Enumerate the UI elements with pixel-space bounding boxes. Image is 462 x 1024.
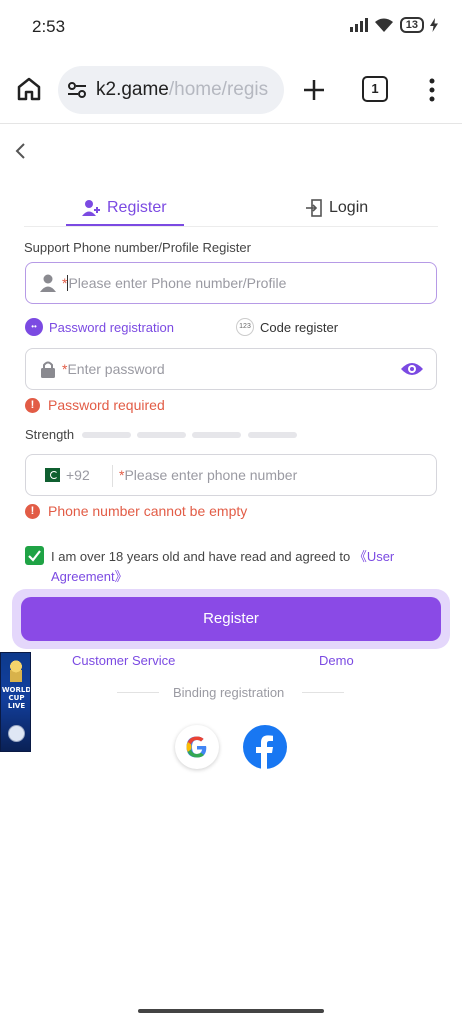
binding-divider-right	[302, 692, 344, 693]
demo-link[interactable]: Demo	[319, 653, 354, 668]
eye-icon[interactable]	[400, 359, 424, 379]
password-registration-option[interactable]: •• Password registration	[25, 318, 174, 336]
address-bar[interactable]: k2.game/home/regis	[58, 66, 284, 114]
phone-error: ! Phone number cannot be empty	[25, 503, 247, 519]
register-type-label: Support Phone number/Profile Register	[24, 240, 251, 255]
password-placeholder: Enter password	[67, 361, 165, 377]
code-register-label: Code register	[260, 319, 339, 335]
google-icon	[186, 736, 207, 758]
country-code-divider	[112, 465, 113, 487]
login-icon	[306, 199, 322, 217]
banner-line-2: CUP	[8, 694, 25, 702]
browser-toolbar: k2.game/home/regis 1	[0, 54, 462, 124]
binding-divider-left	[117, 692, 159, 693]
password-field[interactable]: *Enter password	[25, 348, 437, 390]
tab-login[interactable]: Login	[305, 191, 368, 225]
strength-bar	[192, 432, 241, 438]
home-icon[interactable]	[14, 74, 44, 104]
tab-login-label: Login	[329, 199, 369, 216]
url-text: k2.game/home/regis	[96, 79, 268, 101]
tune-icon[interactable]	[66, 79, 88, 101]
alert-icon: !	[25, 397, 40, 413]
code-register-option[interactable]: 123 Code register	[236, 318, 338, 336]
register-page: Register Login Support Phone number/Prof…	[0, 125, 462, 1024]
user-icon	[40, 274, 56, 292]
strength-bar	[248, 432, 297, 438]
phone-error-text: Phone number cannot be empty	[48, 503, 248, 519]
world-cup-live-banner[interactable]: WORLD CUP LIVE	[0, 652, 31, 752]
agreement-statement: I am over 18 years old and have read and…	[51, 549, 354, 564]
google-login-button[interactable]	[175, 725, 219, 769]
wifi-icon	[374, 18, 393, 32]
url-domain: k2.game	[96, 79, 169, 100]
tab-register[interactable]: Register	[81, 191, 167, 225]
agreement-text: I am over 18 years old and have read and…	[51, 547, 431, 587]
country-code[interactable]: +92	[66, 467, 90, 483]
binding-registration-label: Binding registration	[173, 685, 285, 700]
code-badge-icon: 123	[236, 318, 254, 336]
status-time: 2:53	[32, 17, 66, 36]
gesture-bar	[138, 1009, 324, 1013]
banner-line-1: WORLD	[1, 686, 31, 694]
add-user-icon	[82, 200, 100, 216]
alert-icon: !	[25, 503, 40, 519]
facebook-icon	[256, 735, 273, 769]
check-icon	[28, 550, 41, 562]
status-bar: 2:53 13	[0, 0, 462, 54]
lock-icon	[41, 361, 55, 378]
tab-register-label: Register	[107, 199, 167, 216]
strength-bar	[137, 432, 186, 438]
plus-icon[interactable]	[300, 76, 328, 104]
strength-label: Strength	[25, 427, 75, 442]
charging-icon	[430, 18, 438, 32]
menu-icon[interactable]	[424, 76, 440, 104]
phone-profile-field[interactable]: *Please enter Phone number/Profile	[25, 262, 437, 304]
password-dots-icon: ••	[25, 318, 43, 336]
battery-icon: 13	[399, 17, 424, 33]
strength-bar	[82, 432, 131, 438]
url-path: /home/regis	[168, 79, 269, 100]
password-error: ! Password required	[25, 397, 165, 413]
password-input[interactable]: *Enter password	[62, 361, 165, 377]
status-icons: 13	[349, 17, 438, 33]
back-icon[interactable]	[10, 140, 32, 162]
phone-profile-placeholder: Please enter Phone number/Profile	[68, 275, 287, 291]
phone-profile-input[interactable]: *Please enter Phone number/Profile	[62, 275, 286, 291]
password-error-text: Password required	[48, 397, 165, 413]
banner-line-3: LIVE	[7, 702, 26, 710]
register-button-frame: Register	[12, 589, 450, 649]
tabs-icon[interactable]: 1	[362, 76, 388, 102]
phone-field[interactable]: +92 *Please enter phone number	[25, 454, 437, 496]
signal-icon	[349, 18, 368, 32]
ball-icon	[8, 725, 25, 742]
customer-service-link[interactable]: Customer Service	[72, 653, 175, 668]
agree-checkbox[interactable]	[25, 546, 44, 565]
password-registration-label: Password registration	[49, 319, 174, 335]
trophy-icon	[10, 658, 22, 682]
facebook-login-button[interactable]	[243, 725, 287, 769]
tabs-divider	[24, 226, 438, 227]
banner-text: WORLD CUP LIVE	[1, 686, 31, 710]
register-button[interactable]: Register	[21, 597, 441, 641]
phone-placeholder: Please enter phone number	[124, 467, 298, 483]
phone-input[interactable]: *Please enter phone number	[119, 467, 297, 483]
pakistan-flag-icon[interactable]	[40, 468, 60, 482]
